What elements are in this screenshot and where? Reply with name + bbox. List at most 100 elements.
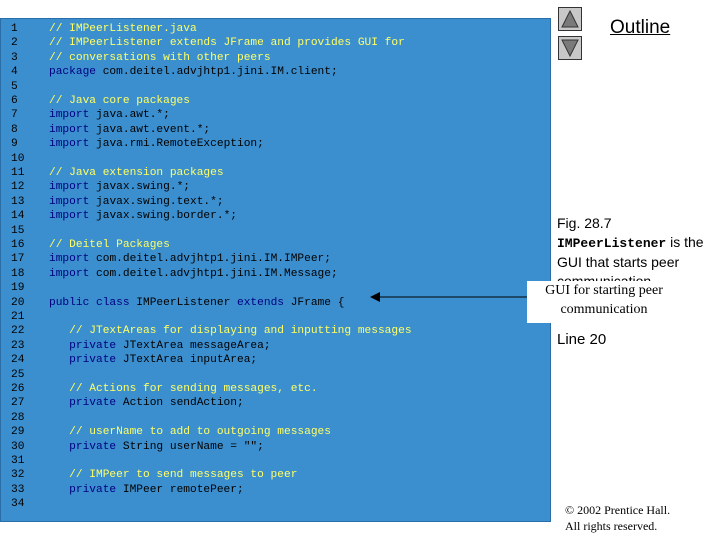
code-token: JTextArea messageArea; [116, 339, 271, 352]
code-comment: // userName to add to outgoing messages [49, 426, 331, 439]
code-text: import java.rmi.RemoteException; [49, 137, 264, 151]
code-keyword: import [49, 138, 90, 151]
copyright-notice: © 2002 Prentice Hall. All rights reserve… [565, 502, 670, 534]
code-keyword: private [49, 483, 117, 496]
code-text: // Deitel Packages [49, 238, 170, 252]
code-text: private JTextArea inputArea; [49, 353, 257, 367]
code-keyword: private [49, 354, 117, 367]
line-number: 25 [11, 368, 25, 381]
code-comment: // Java extension packages [49, 167, 224, 179]
outline-down-button[interactable] [558, 36, 582, 60]
code-token: com.deitel.advjhtp1.jini.IM.Message; [89, 267, 338, 280]
code-keyword: import [49, 195, 90, 208]
code-comment: // IMPeerListener extends JFrame and pro… [49, 37, 405, 50]
code-keyword: private [49, 397, 117, 410]
code-text: private JTextArea messageArea; [49, 339, 271, 353]
code-keyword: private [49, 440, 117, 453]
code-token: java.rmi.RemoteException; [89, 138, 264, 151]
code-keyword: extends [237, 296, 284, 309]
line-number: 5 [11, 80, 18, 93]
line-number: 26 [11, 383, 25, 395]
callout-note: GUI for starting peer communication [527, 281, 681, 323]
code-keyword: import [49, 210, 90, 223]
line-number: 29 [11, 426, 25, 439]
line-number: 6 [11, 95, 18, 107]
line-number: 17 [11, 253, 25, 266]
code-keyword: import [49, 109, 90, 122]
code-text: private String userName = ""; [49, 440, 264, 454]
code-text: private Action sendAction; [49, 396, 244, 410]
code-comment: // Deitel Packages [49, 239, 170, 251]
code-comment: // Java core packages [49, 95, 190, 107]
line-number: 7 [11, 109, 18, 122]
code-token: String userName = ""; [116, 440, 264, 453]
code-text: import com.deitel.advjhtp1.jini.IM.IMPee… [49, 252, 331, 266]
code-text: import java.awt.event.*; [49, 123, 210, 137]
line-number: 16 [11, 239, 25, 251]
code-keyword: import [49, 267, 90, 280]
code-text: // JTextAreas for displaying and inputti… [49, 324, 412, 338]
code-comment: // conversations with other peers [49, 51, 271, 64]
line-number: 22 [11, 325, 25, 338]
code-text: import java.awt.*; [49, 108, 170, 122]
code-text: private IMPeer remotePeer; [49, 483, 244, 497]
callout-arrow-icon [370, 292, 528, 302]
code-comment: // IMPeerListener.java [49, 23, 197, 35]
line-number: 21 [11, 311, 25, 323]
code-token: javax.swing.border.*; [89, 210, 237, 223]
line-number: 18 [11, 267, 25, 280]
line-reference: Line 20 [557, 331, 607, 348]
line-number: 19 [11, 282, 25, 295]
line-number: 32 [11, 469, 25, 482]
code-text: // Java extension packages [49, 166, 224, 180]
code-token: javax.swing.*; [89, 181, 191, 194]
copyright-line-2: All rights reserved. [565, 519, 658, 533]
triangle-down-icon [561, 39, 579, 57]
line-number: 4 [11, 66, 18, 79]
line-number: 10 [11, 152, 25, 165]
code-text: import javax.swing.*; [49, 180, 190, 194]
code-text: // Actions for sending messages, etc. [49, 382, 318, 396]
code-text: // IMPeer to send messages to peer [49, 468, 297, 482]
line-number: 28 [11, 411, 25, 424]
line-number: 12 [11, 181, 25, 194]
code-keyword: public class [49, 296, 130, 309]
code-token: java.awt.event.*; [89, 123, 211, 136]
code-token: IMPeer remotePeer; [116, 483, 244, 496]
outline-link[interactable]: Outline [610, 17, 670, 39]
code-comment: // JTextAreas for displaying and inputti… [49, 325, 412, 338]
line-number: 11 [11, 167, 25, 179]
figure-caption: Fig. 28.7 IMPeerListener is the GUI that… [557, 214, 717, 291]
code-token: IMPeerListener [129, 296, 237, 309]
line-number: 31 [11, 455, 25, 467]
code-comment: // IMPeer to send messages to peer [49, 469, 298, 482]
code-text: // IMPeerListener extends JFrame and pro… [49, 36, 405, 50]
code-token: JFrame { [284, 296, 345, 309]
code-comment: // Actions for sending messages, etc. [49, 383, 318, 395]
line-number: 13 [11, 195, 25, 208]
code-text: import javax.swing.text.*; [49, 195, 224, 209]
line-number: 27 [11, 397, 25, 410]
line-number: 33 [11, 483, 25, 496]
figure-number: Fig. 28.7 [557, 215, 612, 231]
line-number: 20 [11, 296, 25, 309]
code-token: com.deitel.advjhtp1.jini.IM.IMPeer; [89, 253, 331, 266]
code-text: package com.deitel.advjhtp1.jini.IM.clie… [49, 65, 338, 79]
code-keyword: import [49, 181, 90, 194]
figure-class-name: IMPeerListener [557, 236, 667, 251]
line-number: 9 [11, 138, 18, 151]
code-text: // conversations with other peers [49, 51, 271, 65]
code-text: // Java core packages [49, 94, 190, 108]
code-token: java.awt.*; [89, 109, 170, 122]
outline-up-button[interactable] [558, 7, 582, 31]
line-number: 15 [11, 224, 25, 237]
code-listing-panel: 1 // IMPeerListener.java 2 // IMPeerListene… [0, 18, 551, 522]
line-number: 24 [11, 354, 25, 367]
code-token: Action sendAction; [116, 397, 244, 410]
code-text: // IMPeerListener.java [49, 22, 197, 36]
code-text: import com.deitel.advjhtp1.jini.IM.Messa… [49, 267, 338, 281]
line-number: 3 [11, 51, 18, 64]
code-token: JTextArea inputArea; [116, 354, 258, 367]
code-text: // userName to add to outgoing messages [49, 425, 331, 439]
copyright-line-1: © 2002 Prentice Hall. [565, 503, 671, 517]
